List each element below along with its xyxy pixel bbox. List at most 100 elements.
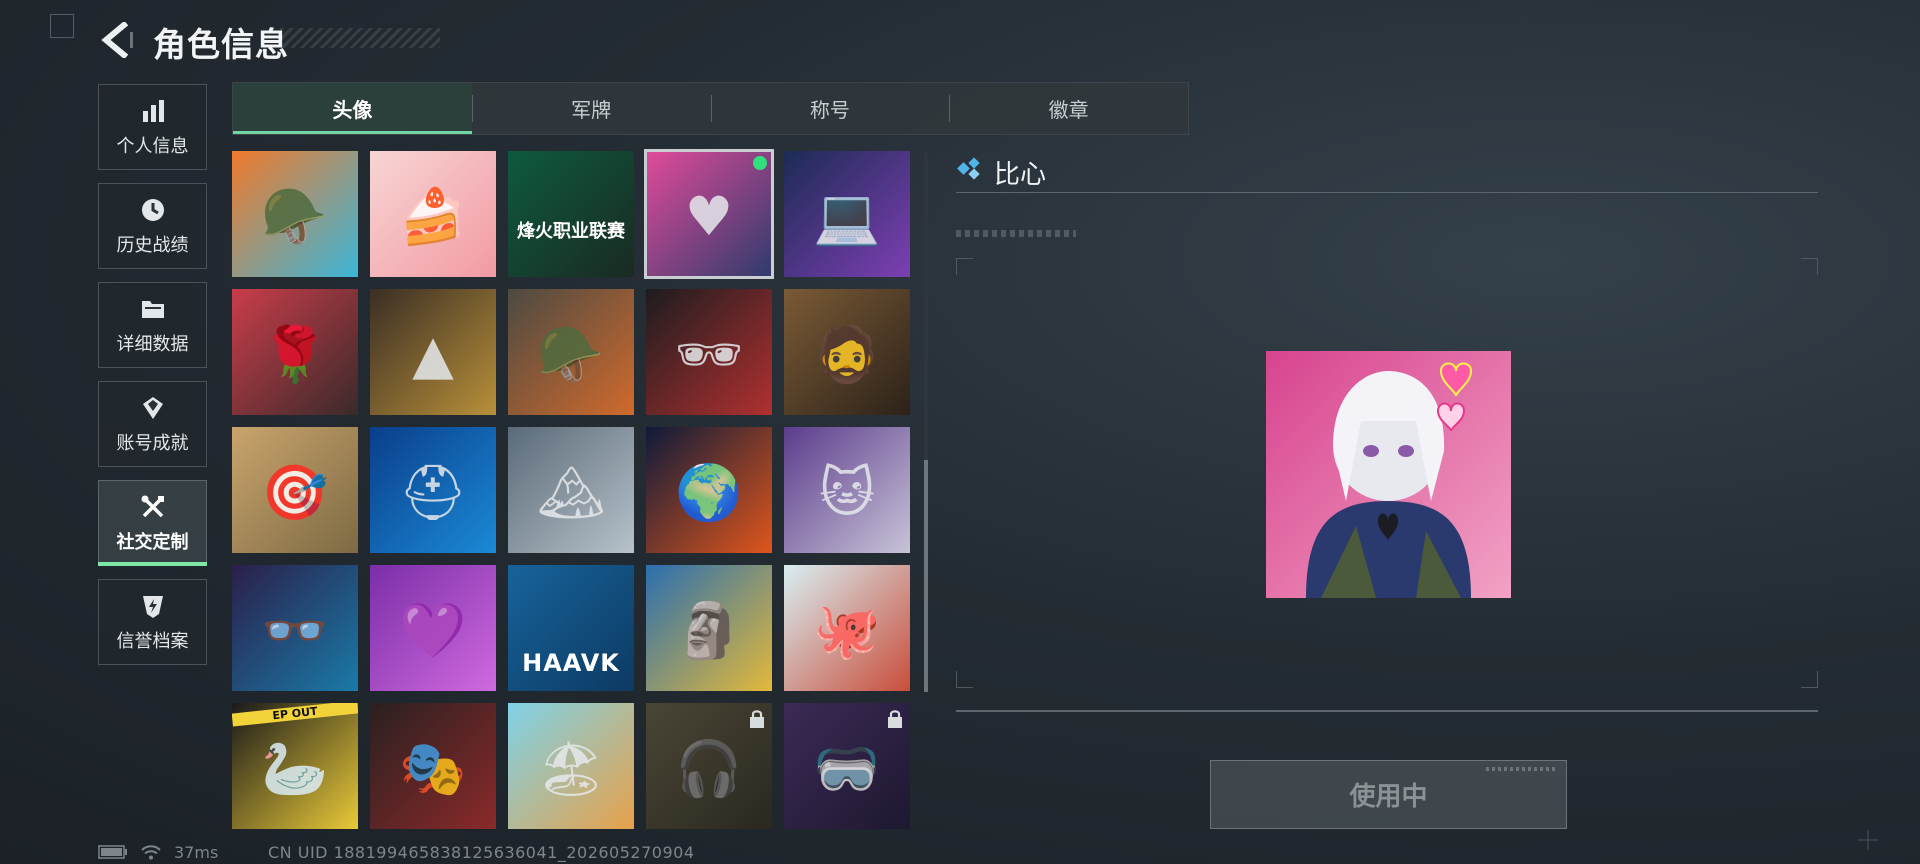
tab-avatar[interactable]: 头像 (233, 83, 472, 134)
grid-scrollbar[interactable] (924, 152, 928, 692)
blue-knight-helmet-avatar[interactable]: ⛑ (370, 427, 496, 553)
sidebar-item-social-custom[interactable]: 社交定制 (98, 480, 207, 566)
avatar-art: 💜 (399, 598, 467, 662)
frame-corner (956, 671, 973, 688)
tab-title[interactable]: 称号 (710, 83, 950, 134)
frame-corner (1801, 258, 1818, 275)
avatar-art: ▲ (412, 322, 454, 386)
avatar-art: 🧔 (813, 322, 881, 386)
desert-soldier-avatar[interactable]: 🎯 (232, 427, 358, 553)
avatar-art: 💻 (813, 184, 881, 248)
anime-girl-heart-avatar[interactable]: ♥ (644, 149, 774, 279)
sidebar-item-achievements[interactable]: 账号成就 (98, 381, 207, 467)
mountain-chair-avatar[interactable]: 🏔 (508, 427, 634, 553)
avatar-text: HAAVK (522, 649, 620, 677)
rose-skull-avatar[interactable]: 🌹 (232, 289, 358, 415)
selected-avatar-name: 比心 (994, 160, 1047, 190)
goggles-woman-avatar[interactable]: 🥽 (784, 703, 910, 829)
tab-badge[interactable]: 徽章 (949, 83, 1188, 134)
goose-avatar[interactable]: 🦢 EP OUT (232, 703, 358, 829)
suited-man-avatar[interactable]: 🕶 (646, 289, 772, 415)
page-title: 角色信息 (153, 25, 289, 64)
avatar-art: 🎭 (399, 736, 467, 800)
battery-icon (98, 845, 127, 859)
bearded-man-avatar[interactable]: 🧔 (784, 289, 910, 415)
avatar-art: 🐙 (813, 598, 881, 662)
selected-avatar-preview (1266, 351, 1511, 598)
triangle-emblem-avatar[interactable]: ▲ (370, 289, 496, 415)
avatar-art: 🐱 (818, 460, 876, 524)
sidebar-item-label: 个人信息 (116, 136, 189, 157)
avatar-art: 🏔 (536, 460, 606, 524)
bar-chart-icon (138, 96, 168, 126)
folder-icon (138, 294, 168, 324)
operator-laptop-avatar[interactable]: 💻 (784, 151, 910, 277)
tiki-robot-avatar[interactable]: 🗿 (646, 565, 772, 691)
strawberry-cake-avatar[interactable]: 🍰 (370, 151, 496, 277)
cartoon-soldier-avatar[interactable]: 🪖 (232, 151, 358, 277)
avatar-art: 🍰 (399, 184, 467, 248)
lock-icon (750, 710, 764, 728)
window-corner-mark (50, 14, 74, 38)
avatar-text: 烽火职业联赛 (517, 221, 625, 242)
avatar-art: 🎯 (261, 460, 329, 524)
ping-value: 37ms (174, 842, 219, 862)
diamond-icon (957, 157, 980, 180)
avatar-detail-header: 比心 (956, 150, 1818, 193)
sidebar-item-label: 历史战绩 (116, 235, 189, 256)
avatar-art: ⛑ (398, 460, 468, 524)
scrollbar-thumb[interactable] (924, 460, 928, 692)
shield-lightning-icon (138, 591, 168, 621)
avatar-art: 👓 (261, 598, 329, 662)
in-use-button[interactable]: 使用中 (1210, 760, 1567, 829)
status-bar: 37ms (98, 842, 218, 862)
panel-divider (956, 710, 1818, 712)
avatar-art: 🥽 (813, 736, 881, 800)
sidebar-item-reputation[interactable]: 信誉档案 (98, 579, 207, 665)
avatar-art: 🪖 (537, 322, 605, 386)
sidebar-item-history[interactable]: 历史战绩 (98, 183, 207, 269)
user-uid: CN UID 1881994658381256360​41_2026052709… (268, 843, 695, 862)
haavk-logo-avatar[interactable]: HAAVK (508, 565, 634, 691)
crosshair-corner-icon (1858, 830, 1878, 850)
tab-dog-tag[interactable]: 军牌 (471, 83, 711, 134)
sidebar-item-label: 信誉档案 (116, 631, 189, 652)
league-logo-avatar[interactable]: 烽火职业联赛 (508, 151, 634, 277)
sidebar-item-label: 账号成就 (116, 433, 189, 454)
back-arrow-icon[interactable] (98, 22, 138, 58)
avatar-art: 🪖 (261, 184, 329, 248)
purple-girl-avatar[interactable]: 💜 (370, 565, 496, 691)
sidebar-item-label: 社交定制 (116, 532, 189, 553)
sidebar-nav: 个人信息 历史战绩 详细数据 账号成就 社交定制 信誉档案 (98, 84, 207, 678)
frame-corner (1801, 671, 1818, 688)
glasses-man-avatar[interactable]: 👓 (232, 565, 358, 691)
category-tabs: 头像 军牌 称号 徽章 (232, 82, 1189, 135)
avatar-grid: 🪖 🍰 烽火职业联赛 ♥ 💻 🌹 ▲ 🪖 🕶 🧔 🎯 ⛑ 🏔 🌍 🐱 👓 💜 HAAVK 🗿 🐙 🦢 EP OUT 🎭 🏖 🎧 🥽 (232, 149, 912, 829)
anime-girl-heart-image (1266, 351, 1511, 598)
selected-indicator (753, 156, 767, 170)
history-clock-icon (138, 195, 168, 225)
avatar-text: EP OUT (232, 703, 358, 727)
avatar-art: 🦢 (261, 736, 329, 800)
white-cat-avatar[interactable]: 🐱 (784, 427, 910, 553)
title-decoration (280, 28, 440, 48)
decorative-dashed-line (956, 230, 1076, 237)
avatar-art: 🗿 (675, 598, 743, 662)
helmet-soldier-avatar[interactable]: 🪖 (508, 289, 634, 415)
burning-planet-avatar[interactable]: 🌍 (646, 427, 772, 553)
avatar-art: 🕶 (674, 322, 744, 386)
frame-corner (956, 258, 973, 275)
avatar-art: 🌹 (261, 322, 329, 386)
octopus-wave-avatar[interactable]: 🐙 (784, 565, 910, 691)
wrench-tools-icon (138, 492, 168, 522)
sidebar-item-personal-info[interactable]: 个人信息 (98, 84, 207, 170)
wifi-icon (141, 845, 161, 860)
lock-icon (888, 710, 902, 728)
sidebar-item-label: 详细数据 (116, 334, 189, 355)
jigsaw-mask-avatar[interactable]: 🎭 (370, 703, 496, 829)
sidebar-item-detailed-data[interactable]: 详细数据 (98, 282, 207, 368)
summer-girl-avatar[interactable]: 🏖 (508, 703, 634, 829)
bald-operator-avatar[interactable]: 🎧 (646, 703, 772, 829)
avatar-art: ♥ (684, 184, 734, 248)
avatar-art: 🌍 (675, 460, 743, 524)
